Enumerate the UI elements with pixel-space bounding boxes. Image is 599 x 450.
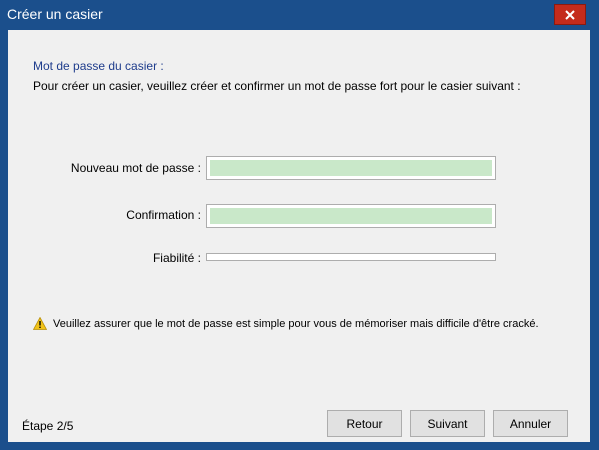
close-button[interactable] bbox=[554, 4, 586, 25]
instruction-text: Pour créer un casier, veuillez créer et … bbox=[33, 79, 521, 93]
new-password-input-area[interactable] bbox=[210, 160, 492, 176]
next-button[interactable]: Suivant bbox=[410, 410, 485, 437]
confirm-password-field[interactable] bbox=[206, 204, 496, 228]
warning-text: Veuillez assurer que le mot de passe est… bbox=[53, 317, 539, 330]
dialog-window: Créer un casier Mot de passe du casier :… bbox=[0, 0, 599, 450]
password-strength-bar bbox=[206, 253, 496, 261]
confirm-password-input-area[interactable] bbox=[210, 208, 492, 224]
new-password-label: Nouveau mot de passe : bbox=[70, 161, 201, 175]
warning-message: Veuillez assurer que le mot de passe est… bbox=[33, 317, 539, 330]
title-bar[interactable]: Créer un casier bbox=[0, 0, 599, 30]
dialog-content: Mot de passe du casier : Pour créer un c… bbox=[8, 30, 590, 442]
warning-icon bbox=[33, 317, 47, 330]
confirm-password-label: Confirmation : bbox=[126, 208, 201, 222]
cancel-button[interactable]: Annuler bbox=[493, 410, 568, 437]
back-button[interactable]: Retour bbox=[327, 410, 402, 437]
strength-label: Fiabilité : bbox=[152, 251, 201, 265]
close-icon bbox=[565, 9, 575, 20]
new-password-field[interactable] bbox=[206, 156, 496, 180]
window-title: Créer un casier bbox=[7, 6, 103, 22]
section-title: Mot de passe du casier : bbox=[33, 59, 164, 73]
step-indicator: Étape 2/5 bbox=[22, 419, 74, 433]
